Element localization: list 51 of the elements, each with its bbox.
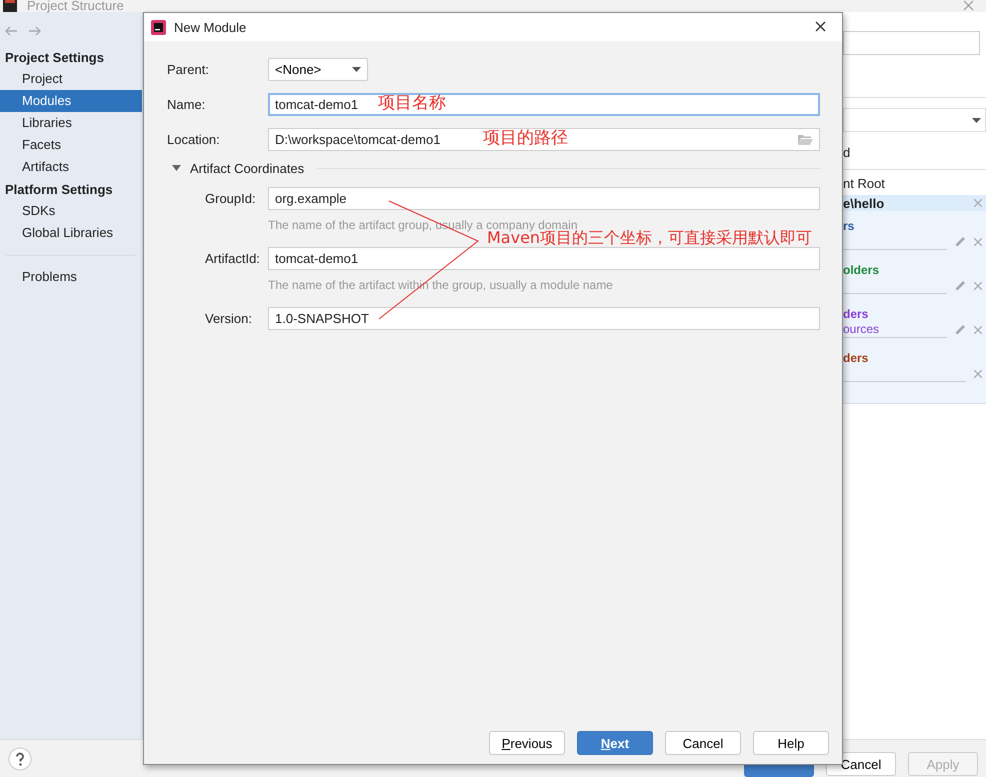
sidebar-item[interactable]: Global Libraries [0, 222, 142, 244]
sidebar-item[interactable]: Artifacts [0, 156, 142, 178]
content-root-label: nt Root [843, 176, 885, 191]
collapse-triangle-icon[interactable] [172, 165, 181, 171]
field-label: Version: [205, 310, 253, 326]
sidebar-item[interactable]: Facets [0, 134, 142, 156]
dialog-button[interactable]: Cancel [665, 731, 741, 755]
folder-type-label: rs [843, 219, 856, 233]
field-label: GroupId: [205, 190, 257, 206]
folder-icon[interactable] [798, 134, 813, 144]
search-field[interactable] [843, 31, 980, 55]
next-button[interactable]: Next [577, 731, 653, 755]
section-title: Artifact Coordinates [190, 160, 304, 176]
field-label: Location: [167, 132, 221, 146]
sidebar-item[interactable]: Libraries [0, 112, 142, 134]
folder-type-label: ders [843, 351, 870, 365]
sidebar-heading: Platform Settings [4, 181, 114, 199]
field-label: Name: [167, 96, 206, 112]
dropdown[interactable] [843, 108, 986, 132]
sidebar-item[interactable]: Problems [0, 266, 142, 288]
close-icon[interactable] [815, 21, 826, 32]
dialog-button[interactable]: Help [753, 731, 829, 755]
column-label: d [843, 145, 850, 160]
input-field[interactable]: tomcat-demo1 [268, 246, 820, 270]
input-field[interactable]: 1.0-SNAPSHOT [268, 306, 820, 330]
annotation-text: 项目名称 [378, 92, 446, 114]
sidebar-heading: Project Settings [4, 49, 105, 67]
field-label: ArtifactId: [205, 250, 261, 266]
back-arrow-icon[interactable] [4, 26, 18, 36]
caret-icon [972, 118, 981, 122]
app-icon [3, 0, 17, 12]
annotation-text: 项目的路径 [483, 127, 568, 149]
dialog-button[interactable]: Previous [489, 731, 565, 755]
forward-arrow-icon[interactable] [28, 26, 42, 36]
pencil-icon[interactable] [955, 324, 966, 335]
folder-type-label: olders [843, 263, 880, 277]
dialog-title: New Module [174, 20, 246, 34]
sidebar-item[interactable]: SDKs [0, 200, 142, 222]
sidebar-item[interactable]: Project [0, 68, 142, 90]
folder-type-label: ders [843, 307, 870, 321]
pencil-icon[interactable] [955, 280, 966, 291]
help-icon[interactable] [8, 746, 32, 770]
window-title: Project Structure [27, 0, 124, 12]
app-icon [151, 20, 166, 34]
field-label: Parent: [167, 62, 210, 76]
parent-dropdown[interactable]: <None> [268, 58, 368, 80]
sidebar-item[interactable]: Modules [0, 90, 142, 112]
pencil-icon[interactable] [955, 236, 966, 247]
input-field[interactable]: org.example [268, 186, 820, 210]
folder-path: ources [843, 322, 880, 336]
caret-icon [352, 66, 361, 72]
